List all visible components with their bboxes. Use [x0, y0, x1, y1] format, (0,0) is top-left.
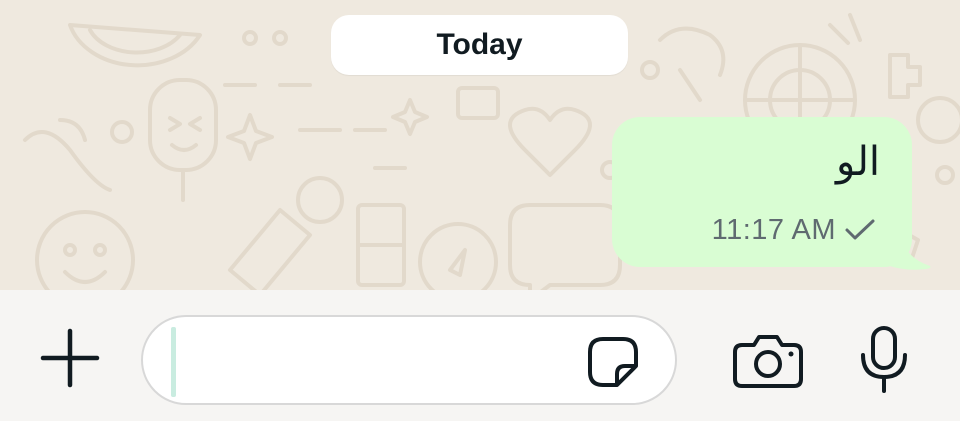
single-check-icon — [845, 219, 875, 240]
camera-button[interactable] — [732, 333, 804, 389]
message-meta: 11:17 AM — [712, 213, 876, 247]
message-input[interactable] — [141, 315, 677, 405]
text-caret — [171, 327, 176, 397]
sticker-button[interactable] — [587, 336, 639, 388]
plus-icon — [40, 328, 100, 388]
sticker-icon — [588, 337, 638, 387]
microphone-icon — [861, 326, 907, 393]
chat-area[interactable]: Today الو 11:17 AM — [0, 0, 960, 290]
message-time: 11:17 AM — [711, 213, 836, 246]
message-text: الو — [836, 139, 880, 185]
camera-icon — [733, 335, 803, 388]
outgoing-message-bubble[interactable]: الو 11:17 AM — [612, 117, 912, 267]
date-divider: Today — [331, 15, 628, 75]
date-divider-label: Today — [436, 28, 523, 61]
microphone-button[interactable] — [858, 325, 910, 395]
attach-button[interactable] — [40, 328, 100, 388]
